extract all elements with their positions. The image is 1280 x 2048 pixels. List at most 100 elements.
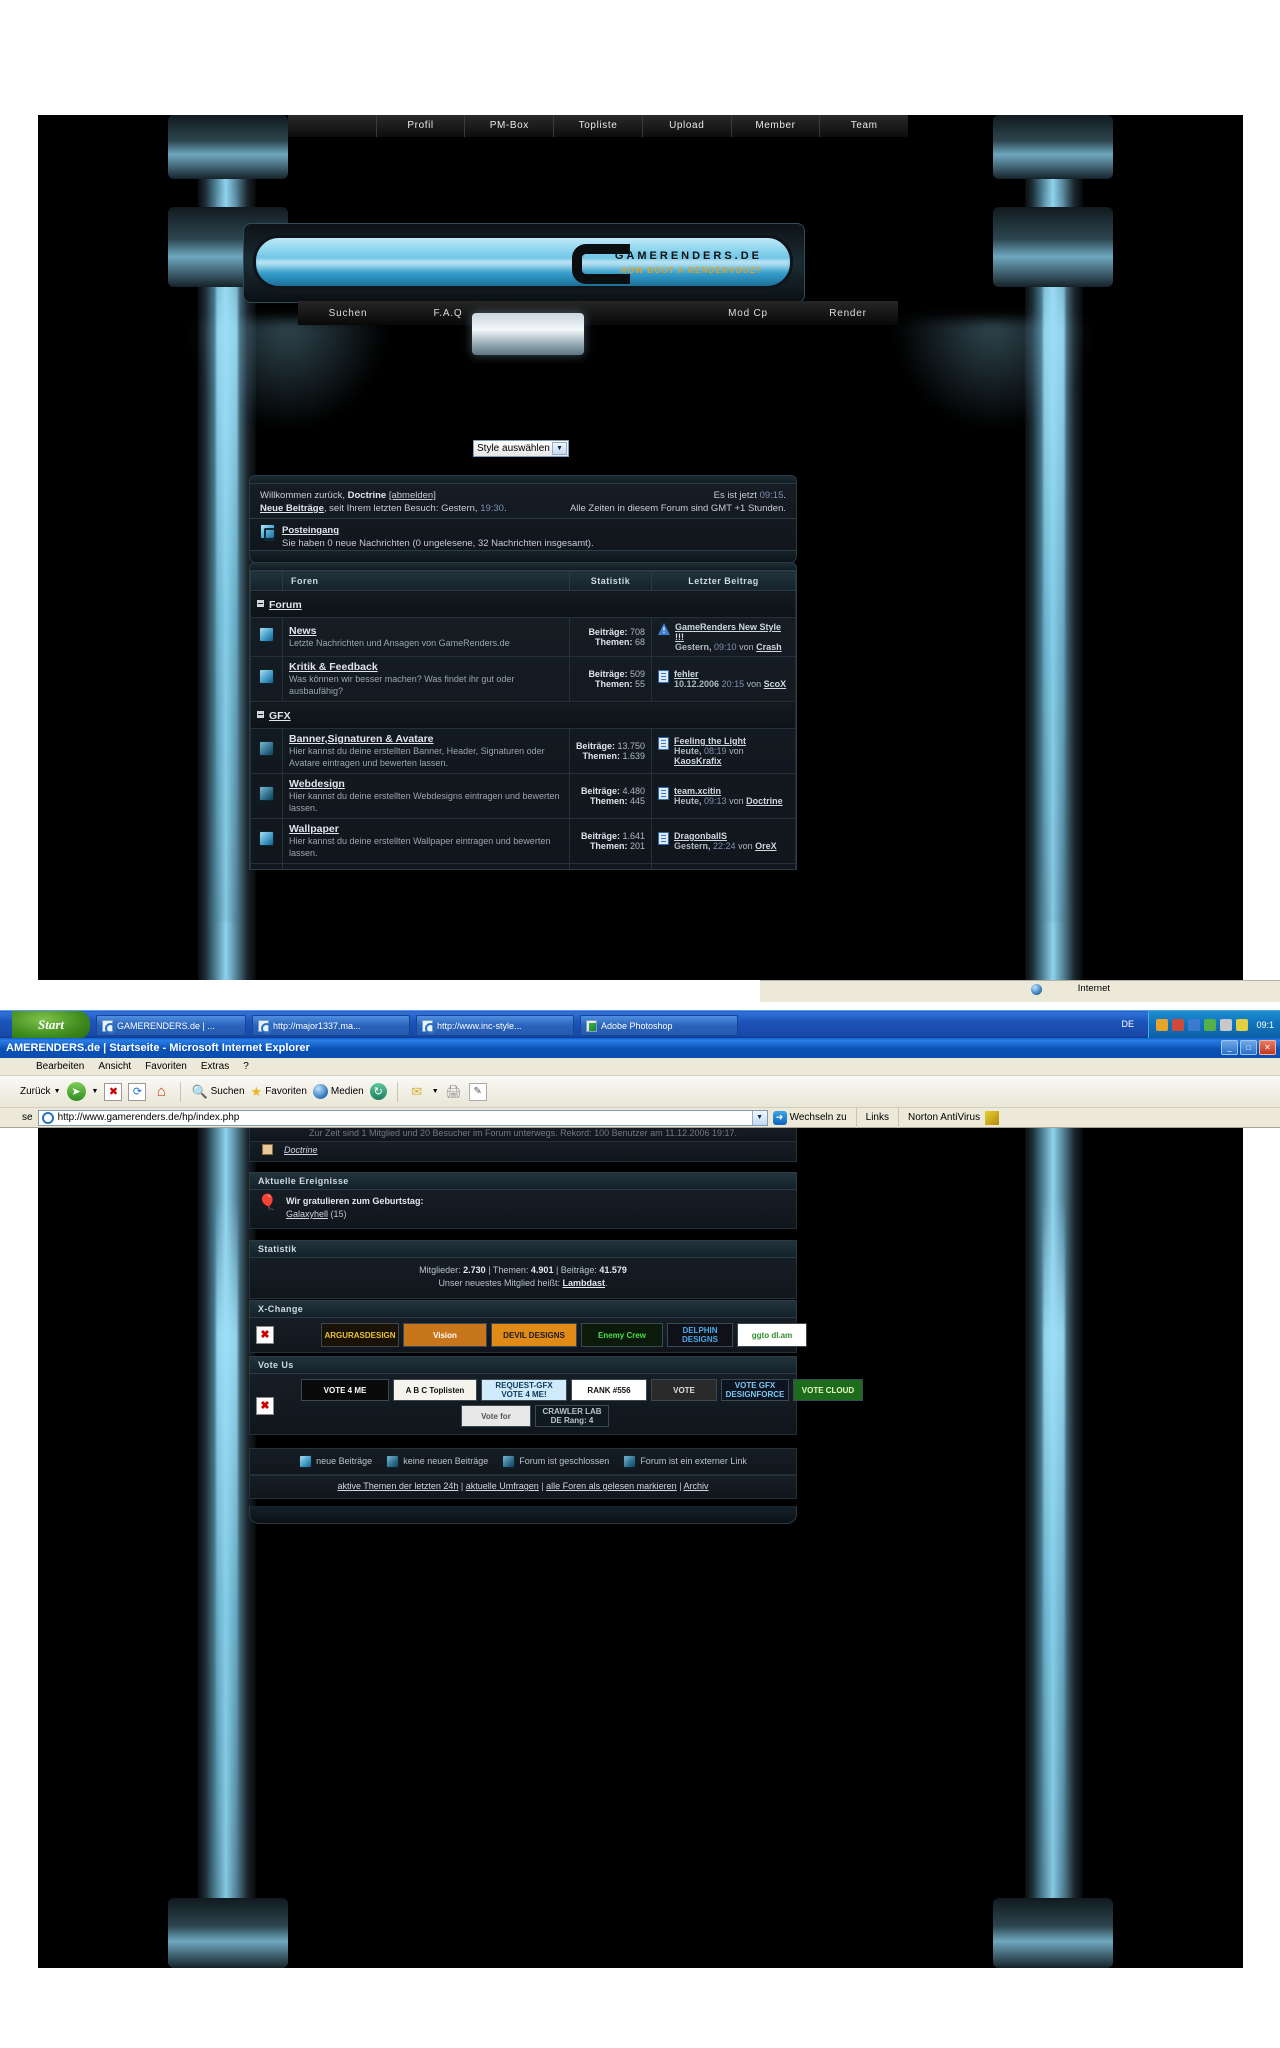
forum-title-link[interactable]: 2D-Art Sektion: [289, 868, 563, 869]
ad-banner[interactable]: ARGURASDESIGN: [321, 1323, 399, 1347]
tray-icon-5[interactable]: [1220, 1019, 1232, 1031]
ad-banner[interactable]: Vision: [403, 1323, 487, 1347]
collapse-icon[interactable]: [257, 600, 264, 608]
media-button[interactable]: Medien: [312, 1084, 364, 1099]
browser-menubar[interactable]: Bearbeiten Ansicht Favoriten Extras ?: [0, 1058, 1280, 1076]
chevron-down-icon[interactable]: ▼: [552, 442, 567, 455]
ad-banner[interactable]: VOTE CLOUD: [793, 1379, 863, 1401]
lastpost-title-link[interactable]: GameRenders New Style !!!: [675, 622, 781, 642]
close-button[interactable]: ✕: [1259, 1040, 1276, 1055]
menu-help[interactable]: ?: [243, 1061, 249, 1072]
lastpost-title-link[interactable]: team.xcitin: [674, 786, 721, 796]
mail-icon[interactable]: ✉: [408, 1083, 426, 1101]
lastpost-user-link[interactable]: Doctrine: [746, 796, 783, 806]
forum-title-link[interactable]: Wallpaper: [289, 823, 563, 835]
history-icon[interactable]: ↻: [369, 1083, 387, 1100]
footer-link[interactable]: aktive Themen der letzten 24h: [337, 1481, 458, 1491]
ad-banner[interactable]: VOTE: [651, 1379, 717, 1401]
ad-banner[interactable]: ggto dl.am: [737, 1323, 807, 1347]
chevron-down-icon[interactable]: ▼: [92, 1088, 99, 1095]
ad-banner[interactable]: RANK #556: [571, 1379, 647, 1401]
online-user-link[interactable]: Doctrine: [284, 1145, 318, 1155]
tray-icon-1[interactable]: [1156, 1019, 1168, 1031]
url-input[interactable]: http://www.gamerenders.de/hp/index.php ▼: [37, 1109, 768, 1126]
secondary-navigation[interactable]: Suchen F.A.Q Mod Cp Render: [298, 301, 898, 325]
ad-banner[interactable]: CRAWLER LAB DE Rang: 4: [535, 1405, 609, 1427]
menu-bearbeiten[interactable]: Bearbeiten: [36, 1061, 84, 1072]
tray-icon-2[interactable]: [1172, 1019, 1184, 1031]
edit-icon[interactable]: ✎: [468, 1082, 487, 1101]
tray-icon-4[interactable]: [1204, 1019, 1216, 1031]
taskbar-button-major1337[interactable]: http://major1337.ma...: [252, 1015, 410, 1036]
stop-icon[interactable]: ✖: [104, 1082, 123, 1101]
forum-category-link[interactable]: Forum: [269, 599, 302, 611]
nav-item-profil[interactable]: Profil: [375, 115, 465, 137]
home-icon[interactable]: ⌂: [152, 1083, 170, 1101]
norton-icon[interactable]: [985, 1110, 1000, 1125]
forum-title-link[interactable]: News: [289, 625, 563, 637]
forum-title-link[interactable]: Webdesign: [289, 778, 563, 790]
chevron-down-icon[interactable]: ▼: [432, 1088, 439, 1095]
print-icon[interactable]: 🖨: [445, 1083, 463, 1101]
ad-banner[interactable]: A B C Toplisten: [393, 1379, 477, 1401]
maximize-button[interactable]: □: [1240, 1040, 1257, 1055]
footer-link[interactable]: Archiv: [684, 1481, 709, 1491]
ad-banner[interactable]: Vote for: [461, 1405, 531, 1427]
start-button[interactable]: Start: [12, 1011, 90, 1039]
lastpost-user-link[interactable]: KaosKrafix: [674, 756, 722, 766]
lastpost-user-link[interactable]: ScoX: [764, 679, 787, 689]
language-indicator[interactable]: DE: [1121, 1019, 1134, 1029]
nav-item-team[interactable]: Team: [819, 115, 908, 137]
birthday-user-link[interactable]: Galaxyhell: [286, 1209, 328, 1219]
nav-item-pm-box[interactable]: PM-Box: [464, 115, 553, 137]
browser-addressbar[interactable]: se http://www.gamerenders.de/hp/index.ph…: [0, 1107, 1280, 1128]
nav-item-topliste[interactable]: Topliste: [553, 115, 642, 137]
search-button[interactable]: 🔍 Suchen: [191, 1084, 244, 1100]
nav-item-mod-cp[interactable]: Mod Cp: [698, 308, 798, 319]
forum-title-link[interactable]: Banner,Signaturen & Avatare: [289, 733, 563, 745]
nav-item-member[interactable]: Member: [730, 115, 820, 137]
lastpost-title-link[interactable]: fehler: [674, 669, 699, 679]
forward-icon[interactable]: ➤: [66, 1082, 86, 1101]
windows-taskbar[interactable]: Start GAMERENDERS.de | ... http://major1…: [0, 1010, 1280, 1039]
footer-link[interactable]: aktuelle Umfragen: [466, 1481, 539, 1491]
ad-banner[interactable]: DEVIL DESIGNS: [491, 1323, 577, 1347]
top-navigation[interactable]: Profil PM-Box Topliste Upload Member Tea…: [288, 115, 908, 137]
ad-banner[interactable]: REQUEST-GFX VOTE 4 ME!: [481, 1379, 567, 1401]
menu-ansicht[interactable]: Ansicht: [98, 1061, 131, 1072]
back-button[interactable]: Zurück ▼: [20, 1086, 61, 1097]
lastpost-title-link[interactable]: Feeling the Light: [674, 736, 746, 746]
taskbar-clock[interactable]: 09:1: [1256, 1020, 1274, 1030]
taskbar-button-inc-style[interactable]: http://www.inc-style...: [416, 1015, 574, 1036]
logout-link[interactable]: [abmelden]: [389, 490, 436, 501]
inbox-link[interactable]: Posteingang: [282, 525, 339, 536]
forum-category-link[interactable]: GFX: [269, 710, 291, 722]
footer-links[interactable]: aktive Themen der letzten 24h | aktuelle…: [250, 1476, 796, 1498]
ad-banner[interactable]: DELPHIN DESIGNS: [667, 1323, 733, 1347]
new-posts-link[interactable]: Neue Beiträge: [260, 503, 324, 514]
browser-toolbar[interactable]: Zurück ▼ ➤ ▼ ✖ ⟳ ⌂ 🔍 Suchen ★ Favoriten …: [0, 1076, 1280, 1108]
chevron-down-icon[interactable]: ▼: [751, 1110, 767, 1125]
ad-banner[interactable]: Enemy Crew: [581, 1323, 663, 1347]
newest-member-link[interactable]: Lambdast: [563, 1278, 606, 1288]
menu-favoriten[interactable]: Favoriten: [145, 1061, 187, 1072]
nav-item-render[interactable]: Render: [798, 308, 898, 319]
ad-banner[interactable]: VOTE 4 ME: [301, 1379, 389, 1401]
lastpost-user-link[interactable]: OreX: [755, 841, 777, 851]
footer-link[interactable]: alle Foren als gelesen markieren: [546, 1481, 677, 1491]
lastpost-user-link[interactable]: Crash: [756, 642, 782, 652]
ad-banner[interactable]: VOTE GFX DESIGNFORCE: [721, 1379, 789, 1401]
lastpost-title-link[interactable]: DragonballS: [674, 831, 727, 841]
chevron-down-icon[interactable]: ▼: [54, 1088, 61, 1095]
refresh-icon[interactable]: ⟳: [128, 1082, 147, 1101]
minimize-button[interactable]: _: [1221, 1040, 1238, 1055]
menu-extras[interactable]: Extras: [201, 1061, 229, 1072]
style-select[interactable]: Style auswählen ▼: [473, 440, 569, 457]
collapse-icon[interactable]: [257, 711, 264, 719]
taskbar-button-gamerenders[interactable]: GAMERENDERS.de | ...: [96, 1015, 246, 1036]
favorites-button[interactable]: ★ Favoriten: [251, 1084, 307, 1100]
tray-icon-6[interactable]: [1236, 1019, 1248, 1031]
links-button[interactable]: Links: [866, 1112, 889, 1123]
nav-item-suchen[interactable]: Suchen: [298, 308, 398, 319]
nav-item-upload[interactable]: Upload: [641, 115, 731, 137]
